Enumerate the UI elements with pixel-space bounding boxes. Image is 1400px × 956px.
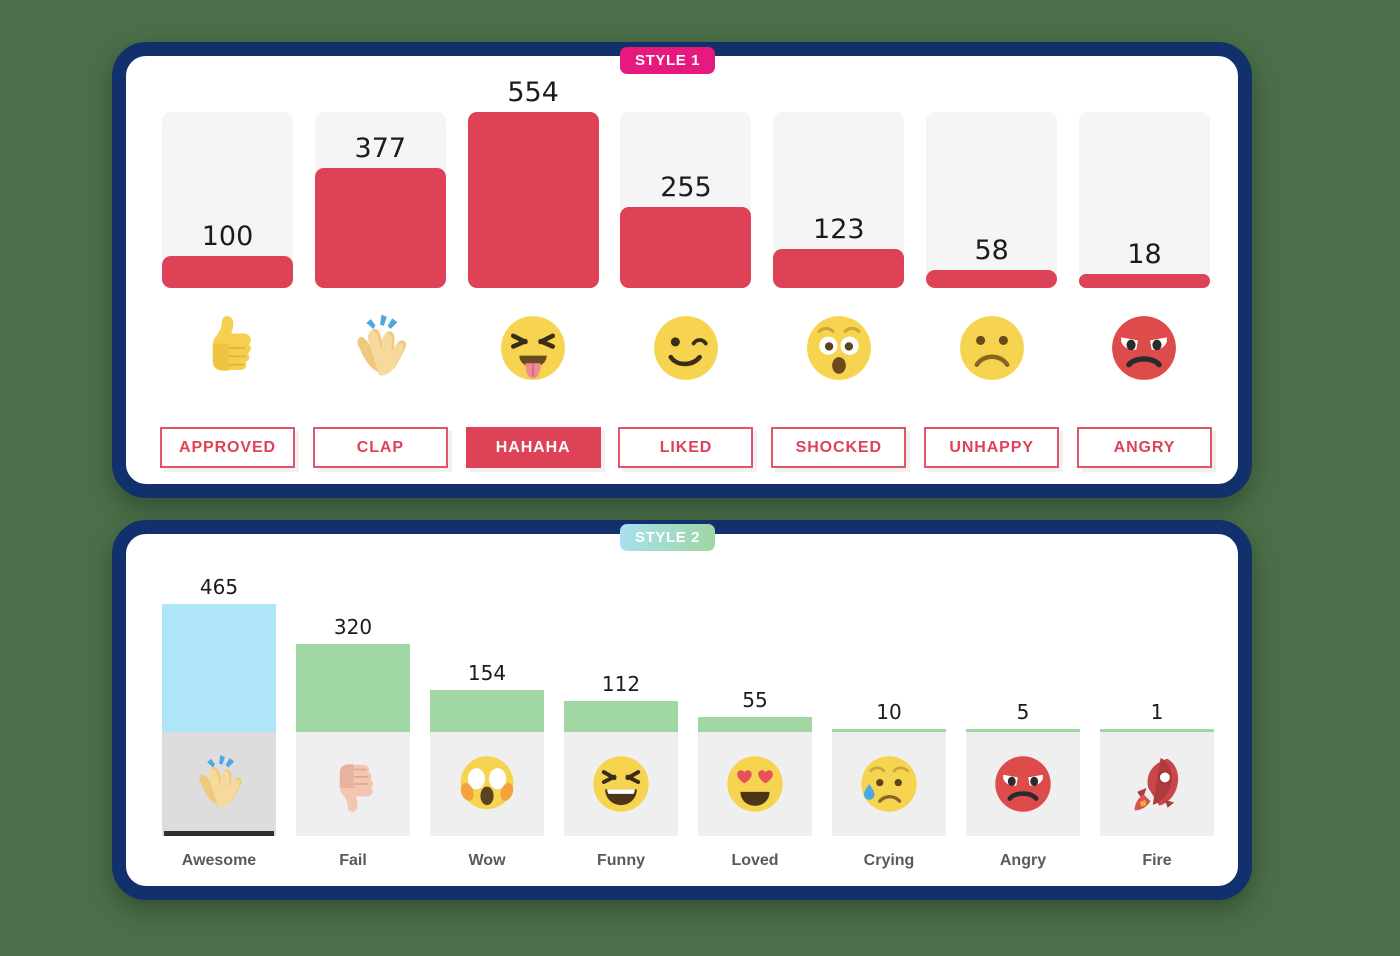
style-2-bar-value: 112 (601, 672, 641, 696)
style-2-bar (430, 690, 544, 732)
style-2-bar-wrapper: 320 (296, 568, 410, 732)
style-2-reaction-column[interactable]: 154 Wow (430, 568, 544, 870)
style-1-bar-value: 100 (201, 221, 254, 252)
angry-red-face-icon[interactable] (966, 732, 1080, 836)
style-2-bar-value: 154 (467, 661, 507, 685)
style-1-bar-fill (773, 249, 905, 288)
style-1-bar-fill (314, 168, 446, 288)
clapping-hands-icon[interactable] (162, 732, 276, 836)
laughing-squint-face-icon[interactable] (564, 732, 678, 836)
style-2-reaction-column[interactable]: 10 Crying (832, 568, 946, 870)
style-1-bar-value: 255 (660, 172, 712, 203)
style-1-bar-value: 377 (354, 133, 407, 164)
style-2-badge: STYLE 2 (620, 524, 716, 551)
style-1-bar-track[interactable]: 123 (773, 112, 905, 288)
style-2-reaction-column[interactable]: 5 Angry (966, 568, 1080, 870)
tongue-out-face-icon[interactable] (468, 306, 599, 390)
winking-face-icon[interactable] (620, 306, 751, 390)
style-2-reaction-column[interactable]: 1 Fire (1100, 568, 1214, 870)
style-2-bar-wrapper: 55 (698, 568, 812, 732)
style-2-bar (564, 701, 678, 732)
style-1-bar-track[interactable]: 255 (620, 112, 752, 288)
style-1-bar-chart: 100 377 554 255 123 58 18 (162, 77, 1210, 288)
style-1-bar-value: 18 (1127, 239, 1162, 270)
style-1-bar-track[interactable]: 100 (162, 112, 293, 288)
style-2-reaction-column[interactable]: 112 Funny (564, 568, 678, 870)
style-1-bar-value: 554 (507, 77, 559, 108)
style-1-reaction-button[interactable]: SHOCKED (771, 427, 907, 468)
style-2-bar-value: 5 (1016, 700, 1030, 724)
style-1-button-row: APPROVED CLAP HAHAHA LIKED SHOCKED UNHAPPY ANG… (160, 427, 1212, 468)
frowning-face-icon[interactable] (926, 306, 1057, 390)
angry-red-face-icon[interactable] (1079, 306, 1210, 390)
clapping-hands-icon[interactable] (315, 306, 446, 390)
style-1-bar-fill (467, 112, 599, 288)
style-1-reaction-button[interactable]: APPROVED (160, 427, 295, 468)
style-1-badge: STYLE 1 (620, 47, 716, 74)
style-1-bar-fill (1078, 274, 1210, 288)
style-2-reaction-label: Angry (999, 852, 1047, 869)
style-2-bar-wrapper: 10 (832, 568, 946, 732)
style-2-bar-value: 55 (742, 688, 768, 712)
style-2-bar-wrapper: 112 (564, 568, 678, 732)
style-2-bar-value: 320 (333, 615, 373, 639)
style-2-bar-value: 1 (1150, 700, 1164, 724)
screaming-face-icon[interactable] (430, 732, 544, 836)
style-1-reaction-button[interactable]: LIKED (618, 427, 754, 468)
style-2-bar-wrapper: 154 (430, 568, 544, 732)
style-2-reaction-label: Funny (597, 852, 645, 869)
style-2-reaction-label: Loved (731, 852, 779, 869)
style-1-reaction-button[interactable]: UNHAPPY (924, 427, 1060, 468)
style-2-bar-wrapper: 1 (1100, 568, 1214, 732)
style-1-reaction-button[interactable]: HAHAHA (465, 427, 601, 468)
style-1-bar-fill (926, 270, 1058, 288)
thumbs-down-icon[interactable] (296, 732, 410, 836)
style-1-emoji-row (162, 306, 1210, 390)
style-2-reaction-column[interactable]: 465 Awesome (162, 568, 276, 870)
style-2-reaction-label: Fire (1142, 852, 1172, 869)
style-2-bar (162, 604, 276, 732)
style-1-bar-track[interactable]: 554 (467, 77, 599, 288)
style-1-bar-fill (162, 256, 293, 288)
style-1-bar-fill (620, 207, 752, 288)
style-1-bar-track[interactable]: 377 (314, 112, 446, 288)
style-2-reaction-column[interactable]: 55 Loved (698, 568, 812, 870)
heart-eyes-face-icon[interactable] (698, 732, 812, 836)
style-2-reaction-label: Crying (863, 852, 915, 869)
style-2-reaction-label: Fail (339, 852, 367, 869)
style-2-reaction-column[interactable]: 320 Fail (296, 568, 410, 870)
style-2-bar-value: 10 (876, 700, 902, 724)
thumbs-up-icon[interactable] (162, 306, 293, 390)
style-1-bar-track[interactable]: 58 (926, 112, 1058, 288)
style-2-bar-wrapper: 5 (966, 568, 1080, 732)
style-1-bar-value: 123 (813, 214, 865, 245)
style-1-reaction-button[interactable]: CLAP (312, 427, 448, 468)
style-1-bar-value: 58 (974, 235, 1009, 266)
style-1-bar-track[interactable]: 18 (1078, 112, 1210, 288)
style-1-reaction-button[interactable]: ANGRY (1076, 427, 1212, 468)
style-2-bar-chart: 465 Awesome 320 Fail 154 Wow 112 Funny 55 Loved 10… (162, 560, 1214, 870)
style-2-bar (698, 717, 812, 732)
style-2-reaction-label: Awesome (181, 852, 257, 869)
reaction-bar-chart-mockup: STYLE 1 100 377 554 255 123 58 18 APPROVED CLAP… (0, 0, 1400, 956)
style-2-reaction-label: Wow (468, 852, 506, 869)
style-2-bar (296, 644, 410, 732)
crying-face-icon[interactable] (832, 732, 946, 836)
style-2-bar-value: 465 (199, 575, 239, 599)
style-2-bar-wrapper: 465 (162, 568, 276, 732)
rocket-icon[interactable] (1100, 732, 1214, 836)
astonished-face-icon[interactable] (773, 306, 904, 390)
